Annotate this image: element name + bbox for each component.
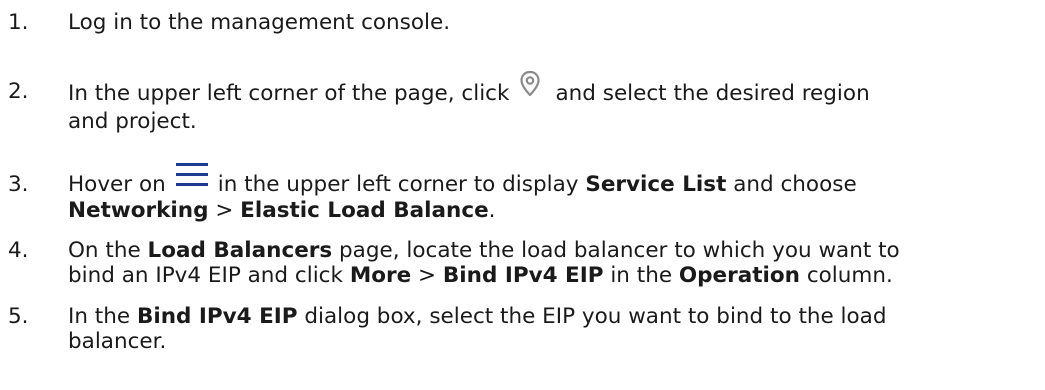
step-text: Hover on xyxy=(68,172,166,197)
location-pin-icon xyxy=(517,69,543,99)
step-text: Log in to the management console. xyxy=(68,10,451,35)
step-text: bind an IPv4 EIP and click xyxy=(68,263,343,288)
step-text: column. xyxy=(806,263,893,288)
document-steps: 1. Log in to the management console. 2. … xyxy=(0,0,1045,390)
step-number: 2. xyxy=(8,79,29,104)
step-body: Log in to the management console. xyxy=(68,10,1005,35)
step-body: In the Bind IPv4 EIP dialog box, select … xyxy=(68,304,1005,354)
ui-term-service-list: Service List xyxy=(585,172,727,197)
ui-term-bind-ipv4-eip: Bind IPv4 EIP xyxy=(442,263,604,288)
step-body: In the upper left corner of the page, cl… xyxy=(68,70,1005,134)
step-body: On the Load Balancers page, locate the l… xyxy=(68,238,1005,288)
step-text: page, locate the load balancer to which … xyxy=(339,238,900,263)
ui-term-elastic-load-balance: Elastic Load Balance xyxy=(240,198,489,223)
step-body: Hover on in the upper left corner to disp… xyxy=(68,163,1005,223)
step-number: 5. xyxy=(8,304,29,329)
step-text: and project. xyxy=(68,109,197,134)
ui-term-bind-ipv4-eip: Bind IPv4 EIP xyxy=(136,304,298,329)
step-text: balancer. xyxy=(68,329,167,354)
step-text: and choose xyxy=(733,172,857,197)
step-text: and select the desired region xyxy=(555,81,870,106)
step-text: In the xyxy=(68,304,131,329)
step-text: dialog box, select the EIP you want to b… xyxy=(304,304,887,329)
menu-hamburger-icon xyxy=(175,162,208,188)
step-separator: > xyxy=(418,263,437,288)
step-number: 3. xyxy=(8,172,29,197)
step-number: 4. xyxy=(8,238,29,263)
step-number: 1. xyxy=(8,10,29,35)
ui-term-more: More xyxy=(349,263,412,288)
step-text: In the upper left corner of the page, cl… xyxy=(68,81,510,106)
step-text: in the upper left corner to display xyxy=(217,172,579,197)
ui-term-load-balancers: Load Balancers xyxy=(147,238,333,263)
ui-term-operation: Operation xyxy=(678,263,800,288)
ui-term-networking: Networking xyxy=(68,198,209,223)
step-text: in the xyxy=(610,263,673,288)
step-separator: > xyxy=(215,198,234,223)
step-text: On the xyxy=(68,238,141,263)
step-text: . xyxy=(488,198,496,223)
